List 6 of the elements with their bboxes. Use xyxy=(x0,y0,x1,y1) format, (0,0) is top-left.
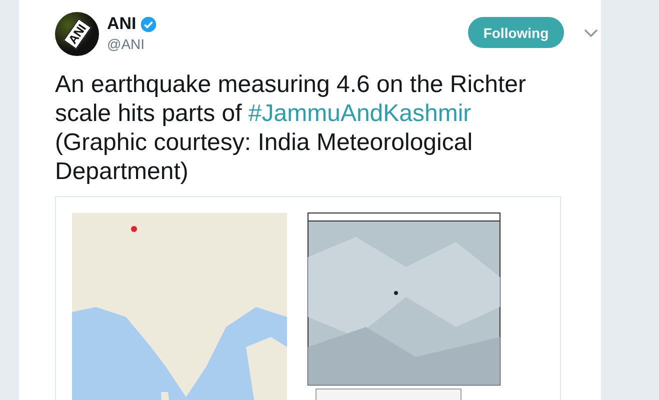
account-name[interactable]: ANI xyxy=(107,14,136,34)
account-handle[interactable]: @ANI xyxy=(107,36,158,52)
tweet-text: An earthquake measuring 4.6 on the Richter scale hits parts of #JammuAndKashmir (Graphic courtesy: India Meteorological Department) xyxy=(55,70,527,186)
chevron-down-icon[interactable] xyxy=(584,29,598,37)
hashtag-link[interactable]: #JammuAndKashmir xyxy=(248,100,472,127)
following-button[interactable]: Following xyxy=(468,17,564,48)
